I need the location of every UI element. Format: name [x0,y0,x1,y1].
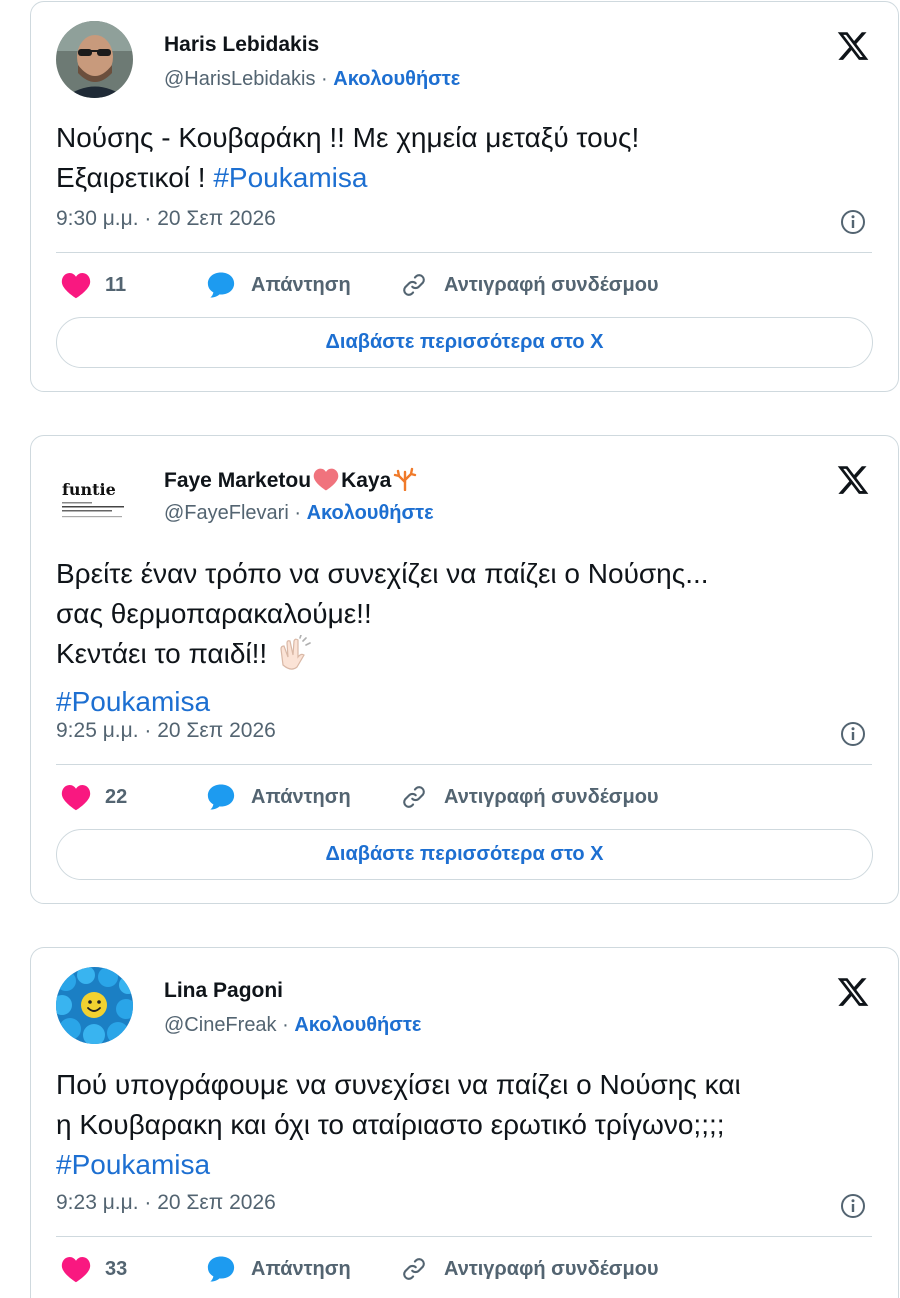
author-name[interactable]: Lina Pagoni [164,979,283,1003]
tweet-text: Νούσης - Κουβαράκη !! Με χημεία μεταξύ τ… [56,118,874,198]
x-logo-icon[interactable] [836,975,870,1009]
tweet-meta: 9:30 μ.μ. · 20 Σεπ 2026 [56,207,874,237]
tweet-text: Πού υπογράφουμε να συνεχίσει να παίζει ο… [56,1065,874,1185]
tweet-text-line: Εξαιρετικοί ! [56,162,214,193]
tweet-header: Haris Lebidakis @HarisLebidakis · Ακολου… [56,21,878,101]
author-name-line: Faye Marketou Kaya [164,467,417,497]
heart-icon [61,273,91,299]
timestamp[interactable]: 9:23 μ.μ. · 20 Σεπ 2026 [56,1191,276,1214]
copy-link-button[interactable]: Αντιγραφή συνδέσμου [399,1251,659,1287]
action-bar: 22 Απάντηση Αντιγραφή συνδέσμου [56,779,874,815]
tweet-text-line: Βρείτε έναν τρόπο να συνεχίζει να παίζει… [56,558,709,589]
link-icon [403,786,425,808]
hashtag-link[interactable]: #Poukamisa [56,686,210,717]
clapping-hands-icon [275,634,313,682]
info-icon[interactable] [840,209,866,235]
tweet-meta: 9:23 μ.μ. · 20 Σεπ 2026 [56,1191,874,1221]
separator: · [315,68,334,90]
copy-link-label: Αντιγραφή συνδέσμου [444,1257,659,1280]
x-logo-icon[interactable] [836,463,870,497]
tweet-text-line: Κεντάει το παιδί!! [56,638,275,669]
author-handle[interactable]: @CineFreak [164,1014,277,1036]
read-more-button[interactable]: Διαβάστε περισσότερα στο X [56,829,873,880]
reply-label: Απάντηση [251,273,351,296]
like-button[interactable]: 33 [61,1251,127,1287]
hashtag-link[interactable]: #Poukamisa [213,162,367,193]
author-handle[interactable]: @FayeFlevari [164,502,289,524]
link-icon [403,274,425,296]
coral-emoji-icon [393,467,417,497]
reply-button[interactable]: Απάντηση [206,779,351,815]
info-icon[interactable] [840,1193,866,1219]
heart-icon [61,785,91,811]
copy-link-button[interactable]: Αντιγραφή συνδέσμου [399,779,659,815]
tweet-card: funtie Faye Marketou Kaya @FayeFlevari · … [30,435,899,904]
divider [56,764,872,765]
like-count: 22 [105,785,128,808]
reply-button[interactable]: Απάντηση [206,267,351,303]
like-button[interactable]: 11 [61,267,126,303]
tweet-text-line: σας θερμοπαρακαλούμε!! [56,598,372,629]
like-button[interactable]: 22 [61,779,127,815]
reply-button[interactable]: Απάντηση [206,1251,351,1287]
tweet-text-line: Πού υπογράφουμε να συνεχίσει να παίζει ο… [56,1069,741,1100]
action-bar: 33 Απάντηση Αντιγραφή συνδέσμου [56,1251,874,1287]
copy-link-label: Αντιγραφή συνδέσμου [444,273,659,296]
handle-line: @FayeFlevari · Ακολουθήστε [164,502,434,525]
separator: · [288,502,307,524]
like-count: 33 [105,1257,128,1280]
action-bar: 11 Απάντηση Αντιγραφή συνδέσμου [56,267,874,303]
tweet-header: Lina Pagoni @CineFreak · Ακολουθήστε [56,967,878,1047]
handle-line: @HarisLebidakis · Ακολουθήστε [164,68,460,91]
separator: · [276,1014,295,1036]
reply-label: Απάντηση [251,1257,351,1280]
handle-line: @CineFreak · Ακολουθήστε [164,1014,421,1037]
divider [56,252,872,253]
tweet-text: Βρείτε έναν τρόπο να συνεχίζει να παίζει… [56,554,874,722]
heart-emoji-icon [313,467,339,497]
author-handle[interactable]: @HarisLebidakis [164,68,315,90]
follow-button[interactable]: Ακολουθήστε [294,1014,421,1036]
heart-icon [61,1257,91,1283]
tweet-card: Lina Pagoni @CineFreak · Ακολουθήστε Πού… [30,947,899,1298]
tweet-text-line: η Κουβαρακη και όχι το αταίριαστο ερωτικ… [56,1109,725,1140]
copy-link-label: Αντιγραφή συνδέσμου [444,785,659,808]
reply-label: Απάντηση [251,785,351,808]
author-name[interactable]: Faye Marketou [164,469,311,492]
timestamp[interactable]: 9:30 μ.μ. · 20 Σεπ 2026 [56,207,276,230]
link-icon [403,1258,425,1280]
author-name[interactable]: Haris Lebidakis [164,33,319,57]
hashtag-link[interactable]: #Poukamisa [56,1149,210,1180]
tweet-header: funtie Faye Marketou Kaya @FayeFlevari · … [56,455,878,535]
tweet-text-line: Νούσης - Κουβαράκη !! Με χημεία μεταξύ τ… [56,122,640,153]
follow-button[interactable]: Ακολουθήστε [307,502,434,524]
tweet-card: Haris Lebidakis @HarisLebidakis · Ακολου… [30,1,899,392]
like-count: 11 [105,273,127,296]
divider [56,1236,872,1237]
copy-link-button[interactable]: Αντιγραφή συνδέσμου [399,267,659,303]
follow-button[interactable]: Ακολουθήστε [333,68,460,90]
timestamp[interactable]: 9:25 μ.μ. · 20 Σεπ 2026 [56,719,276,742]
reply-bubble-icon [207,272,235,298]
avatar[interactable] [56,967,133,1044]
info-icon[interactable] [840,721,866,747]
reply-bubble-icon [207,1256,235,1282]
reply-bubble-icon [207,784,235,810]
avatar[interactable]: funtie [56,455,133,532]
read-more-button[interactable]: Διαβάστε περισσότερα στο X [56,317,873,368]
tweet-meta: 9:25 μ.μ. · 20 Σεπ 2026 [56,719,874,749]
avatar-text: funtie [62,480,116,499]
x-logo-icon[interactable] [836,29,870,63]
author-name-suffix[interactable]: Kaya [341,469,391,492]
avatar[interactable] [56,21,133,98]
